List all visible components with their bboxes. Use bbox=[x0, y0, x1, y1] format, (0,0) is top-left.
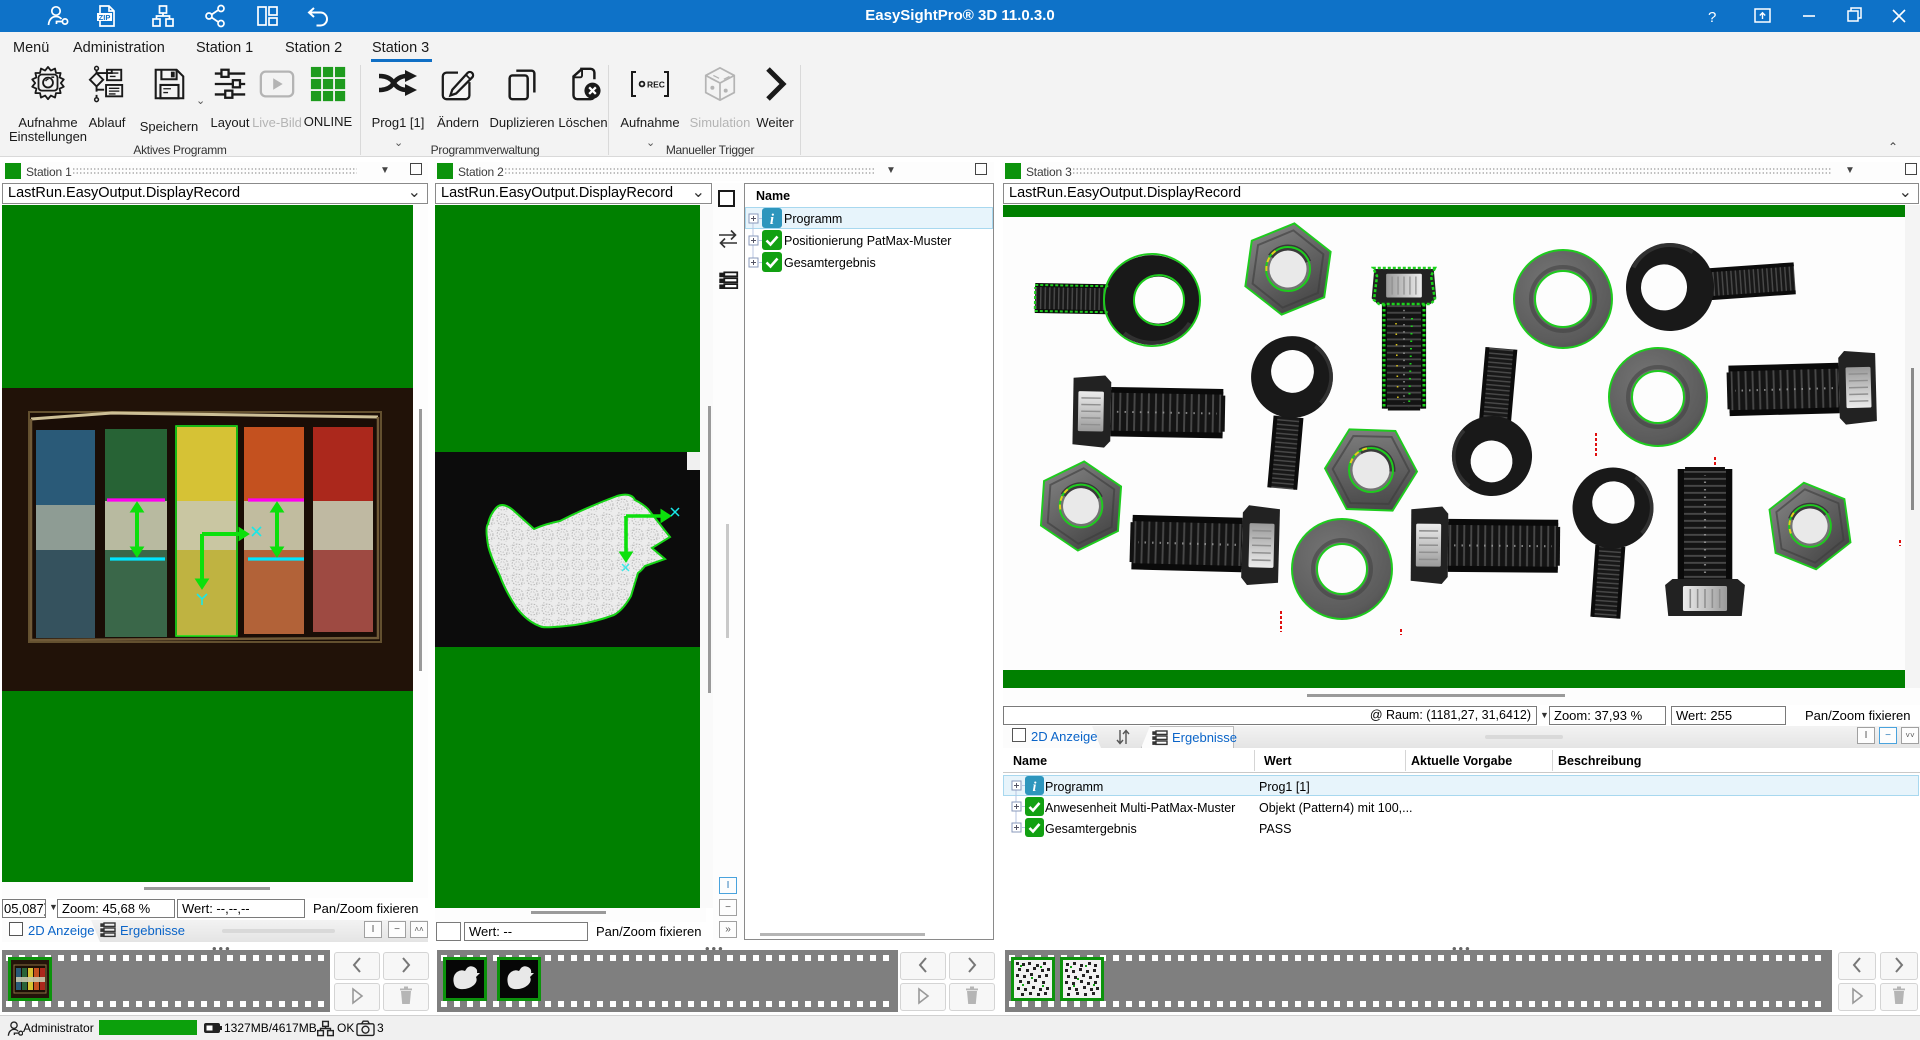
svg-text:i: i bbox=[1033, 780, 1037, 795]
svg-text:?: ? bbox=[1708, 9, 1716, 26]
svg-text:REC: REC bbox=[647, 80, 665, 90]
svg-text:ZIP: ZIP bbox=[99, 13, 111, 22]
